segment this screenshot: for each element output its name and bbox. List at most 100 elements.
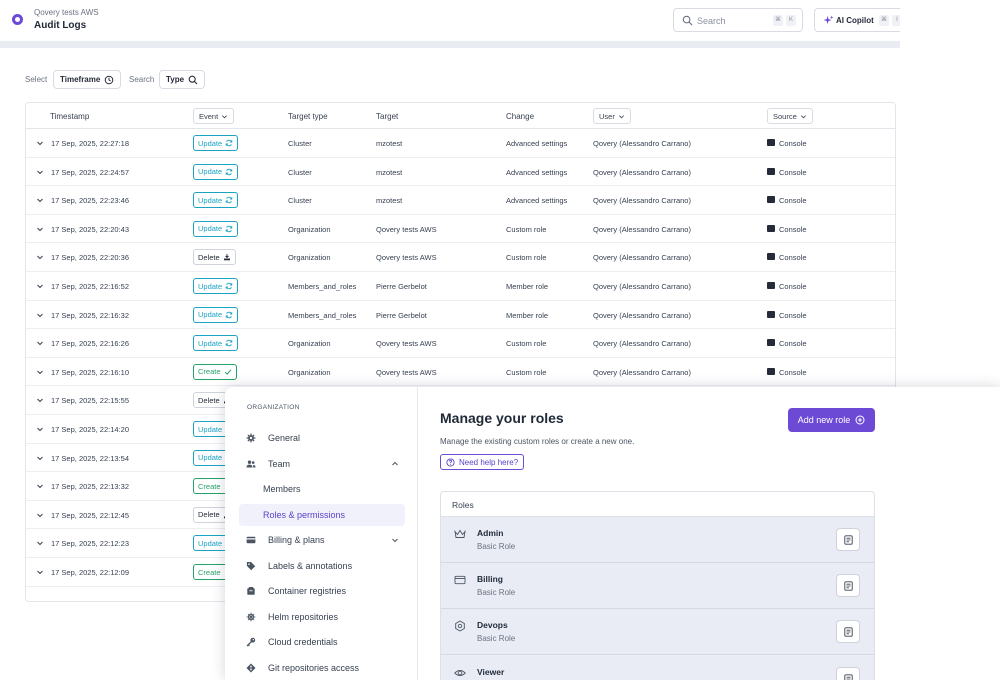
role-type: Basic Role [477, 634, 516, 644]
column-user-filter[interactable]: User [593, 108, 631, 124]
cell-target: mzotest [376, 139, 403, 148]
sidebar-heading: ORGANIZATION [247, 404, 300, 411]
sidebar-item-general[interactable]: General [239, 427, 405, 449]
role-item-devops[interactable]: Devops Basic Role [441, 609, 874, 656]
cell-timestamp: 17 Sep, 2025, 22:12:09 [51, 568, 129, 577]
chevron-down-icon [222, 114, 228, 118]
gear-icon [246, 433, 256, 443]
cell-change: Custom role [506, 253, 547, 263]
cell-user: Qovery (Alessandro Carrano) [593, 196, 691, 206]
console-icon [767, 224, 775, 232]
table-row[interactable]: 17 Sep, 2025, 22:16:52 Update Members_and_… [26, 272, 895, 301]
expand-row-chevron-icon[interactable] [36, 396, 44, 404]
column-source-filter[interactable]: Source [767, 108, 813, 124]
search-icon [682, 15, 693, 26]
table-row[interactable]: 17 Sep, 2025, 22:16:10 Create Organization… [26, 358, 895, 387]
role-item-billing[interactable]: Billing Basic Role [441, 563, 874, 610]
ai-copilot-button[interactable]: AI Copilot ⌘ I [814, 8, 900, 32]
timeframe-filter-button[interactable]: Timeframe [53, 70, 122, 89]
chevron-down-icon[interactable] [391, 536, 399, 544]
table-row[interactable]: 17 Sep, 2025, 22:16:26 Update Organization… [26, 329, 895, 358]
expand-row-chevron-icon[interactable] [36, 339, 44, 347]
table-row[interactable]: 17 Sep, 2025, 22:16:32 Update Members_and_… [26, 301, 895, 330]
role-details-button[interactable] [836, 528, 860, 551]
table-row[interactable]: 17 Sep, 2025, 22:20:36 Delete Organization… [26, 243, 895, 272]
role-details-button[interactable] [836, 620, 860, 644]
table-row[interactable]: 17 Sep, 2025, 22:20:43 Update Organization… [26, 215, 895, 244]
sidebar-item-cloud-credentials[interactable]: Cloud credentials [239, 631, 405, 653]
expand-row-chevron-icon[interactable] [36, 482, 44, 490]
expand-row-chevron-icon[interactable] [36, 225, 44, 233]
table-row[interactable]: 17 Sep, 2025, 22:24:57 Update Cluster mzote… [26, 158, 895, 187]
cell-change: Custom role [506, 339, 547, 349]
cell-source: Console [779, 196, 807, 206]
sidebar-item-container-registries[interactable]: Container registries [239, 580, 405, 602]
cell-target-type: Cluster [288, 167, 312, 177]
column-target: Target [376, 112, 399, 121]
event-label: Update [198, 453, 223, 463]
column-target-type: Target type [288, 112, 328, 121]
organization-name: Qovery tests AWS [34, 8, 99, 17]
event-badge-update: Update [193, 163, 239, 180]
sidebar-item-team[interactable]: Team [239, 453, 405, 475]
delete-icon [223, 253, 231, 261]
expand-row-chevron-icon[interactable] [36, 368, 44, 376]
need-help-button[interactable]: Need help here? [440, 454, 525, 470]
add-new-role-button[interactable]: Add new role [788, 408, 875, 432]
cell-target-type: Organization [288, 253, 331, 263]
global-search-input[interactable]: Search ⌘ K [673, 8, 803, 32]
role-name: Viewer [477, 666, 505, 677]
sidebar-item-label: Billing & plans [268, 535, 325, 545]
expand-row-chevron-icon[interactable] [36, 311, 44, 319]
sidebar-item-helm-repositories[interactable]: Helm repositories [239, 606, 405, 628]
sidebar-item-label: Cloud credentials [268, 637, 338, 647]
event-label: Create [198, 367, 221, 377]
sidebar-item-label: Container registries [268, 586, 347, 596]
expand-row-chevron-icon[interactable] [36, 253, 44, 261]
create-icon [224, 368, 232, 376]
cell-change: Member role [506, 282, 549, 291]
role-details-button[interactable] [836, 574, 860, 598]
table-row[interactable]: 17 Sep, 2025, 22:23:46 Update Cluster mzote… [26, 186, 895, 215]
event-label: Update [198, 424, 223, 434]
sidebar-item-labels-annotations[interactable]: Labels & annotations [239, 555, 405, 577]
roles-main: Manage your roles Manage the existing cu… [418, 387, 1000, 680]
expand-row-chevron-icon[interactable] [36, 425, 44, 433]
expand-row-chevron-icon[interactable] [36, 196, 44, 204]
sidebar-item-roles-permissions[interactable]: Roles & permissions [239, 503, 405, 526]
sidebar-item-git-repositories-access[interactable]: Git repositories access [239, 657, 405, 679]
expand-row-chevron-icon[interactable] [36, 454, 44, 462]
qovery-logo-icon[interactable] [12, 14, 23, 25]
cell-source: Console [779, 339, 807, 349]
sidebar-item-billing-plans[interactable]: Billing & plans [239, 529, 405, 551]
cell-timestamp: 17 Sep, 2025, 22:12:45 [51, 510, 129, 520]
role-item-viewer[interactable]: Viewer [441, 655, 874, 680]
eye-icon [454, 667, 466, 679]
column-event-filter[interactable]: Event [193, 108, 235, 124]
console-icon [767, 139, 775, 146]
cell-timestamp: 17 Sep, 2025, 22:23:46 [51, 196, 129, 206]
sidebar-item-label: Helm repositories [268, 611, 339, 622]
type-filter-button[interactable]: Type [159, 70, 206, 89]
cell-source: Console [779, 282, 807, 291]
expand-row-chevron-icon[interactable] [36, 168, 44, 176]
expand-row-chevron-icon[interactable] [36, 568, 44, 576]
plus-circle-icon [855, 415, 865, 425]
expand-row-chevron-icon[interactable] [36, 282, 44, 290]
roles-description: Manage the existing custom roles or crea… [440, 437, 635, 446]
chevron-up-icon[interactable] [391, 460, 399, 468]
role-item-admin[interactable]: Admin Basic Role [441, 517, 874, 563]
cell-target: Qovery tests AWS [376, 253, 437, 263]
cell-change: Advanced settings [506, 167, 568, 177]
sidebar-item-members[interactable]: Members [239, 478, 405, 500]
expand-row-chevron-icon[interactable] [36, 511, 44, 519]
cell-target: Qovery tests AWS [376, 367, 437, 377]
expand-row-chevron-icon[interactable] [36, 539, 44, 547]
cell-timestamp: 17 Sep, 2025, 22:16:10 [51, 367, 129, 377]
cell-source: Console [779, 167, 807, 177]
cell-target-type: Members_and_roles [288, 310, 357, 320]
expand-row-chevron-icon[interactable] [36, 139, 44, 147]
table-row[interactable]: 17 Sep, 2025, 22:27:18 Update Cluster mzote… [26, 129, 895, 158]
role-details-button[interactable] [836, 666, 860, 680]
cell-user: Qovery (Alessandro Carrano) [593, 282, 691, 291]
